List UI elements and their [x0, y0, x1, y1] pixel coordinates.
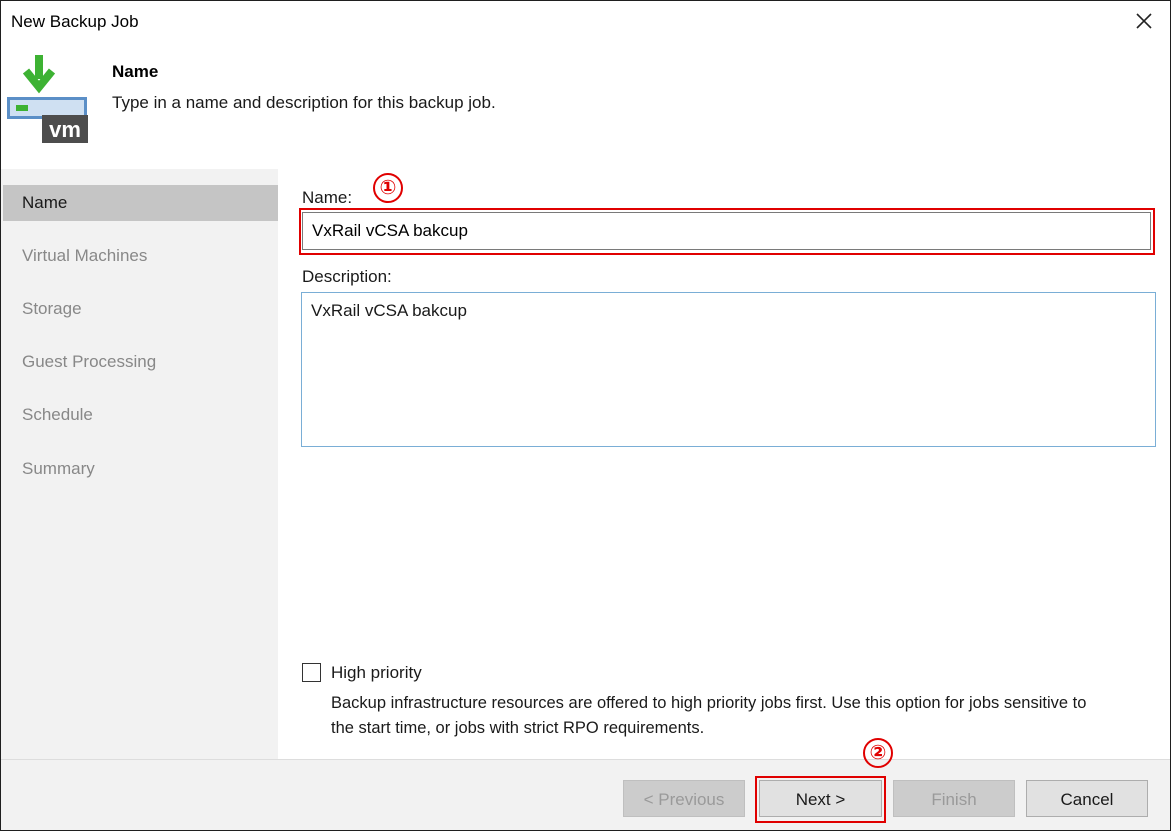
- sidebar-item-name[interactable]: Name: [3, 185, 278, 221]
- description-label: Description:: [302, 267, 392, 286]
- sidebar-item-guest-processing[interactable]: Guest Processing: [3, 344, 278, 380]
- step-title: Name: [112, 62, 159, 81]
- sidebar-item-schedule[interactable]: Schedule: [3, 397, 278, 433]
- annotation-step-1: ①: [373, 173, 403, 203]
- wizard-header: vm Name Type in a name and description f…: [1, 45, 1170, 169]
- vm-icon-text: vm: [49, 117, 81, 142]
- sidebar-item-virtual-machines[interactable]: Virtual Machines: [3, 238, 278, 274]
- high-priority-label[interactable]: High priority: [331, 663, 422, 683]
- job-name-input[interactable]: [302, 212, 1151, 250]
- finish-button[interactable]: Finish: [893, 780, 1015, 817]
- backup-job-window: New Backup Job vm Name Type in a name an…: [0, 0, 1171, 831]
- high-priority-checkbox[interactable]: [302, 663, 321, 682]
- next-button[interactable]: Next >: [759, 780, 882, 817]
- name-label: Name:: [302, 188, 353, 207]
- high-priority-description: Backup infrastructure resources are offe…: [331, 694, 1087, 737]
- close-icon[interactable]: [1130, 7, 1158, 35]
- job-description-input[interactable]: VxRail vCSA bakcup: [301, 292, 1156, 447]
- annotation-step-2: ②: [863, 738, 893, 768]
- title-bar: New Backup Job: [1, 1, 1170, 45]
- step-subtitle: Type in a name and description for this …: [112, 93, 496, 112]
- sidebar-item-storage[interactable]: Storage: [3, 291, 278, 327]
- vm-backup-icon: vm: [7, 55, 88, 143]
- wizard-steps-sidebar: Name Virtual Machines Storage Guest Proc…: [1, 169, 278, 759]
- window-title: New Backup Job: [11, 12, 139, 31]
- cancel-button[interactable]: Cancel: [1026, 780, 1148, 817]
- sidebar-item-summary[interactable]: Summary: [3, 451, 278, 487]
- previous-button[interactable]: < Previous: [623, 780, 745, 817]
